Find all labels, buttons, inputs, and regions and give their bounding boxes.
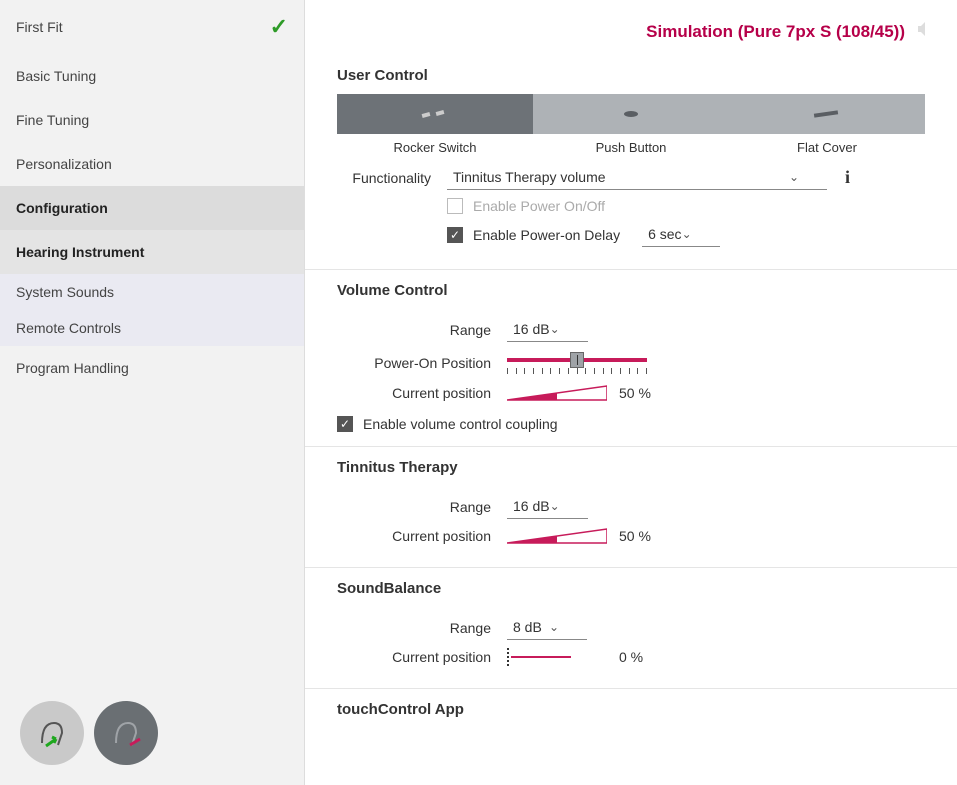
section-heading: User Control [337,55,925,94]
tinnitus-position-indicator [507,527,607,545]
current-position-value: 0 % [619,649,643,665]
nav-label: Basic Tuning [16,68,96,84]
nav-label: Hearing Instrument [16,244,144,260]
checkbox-label: Enable Power-on Delay [473,227,620,243]
current-position-value: 50 % [619,385,651,401]
current-position-label: Current position [337,385,507,401]
nav-label: System Sounds [16,284,114,300]
topbar: Simulation (Pure 7px S (108/45)) [305,0,957,55]
user-control-tab-labels: Rocker Switch Push Button Flat Cover [337,140,925,155]
functionality-row: Functionality Tinnitus Therapy volume ⌄ … [337,165,925,190]
checkbox-label: Enable volume control coupling [363,416,558,432]
volume-coupling-checkbox[interactable]: ✓ [337,416,353,432]
section-heading: touchControl App [337,689,925,728]
range-label: Range [337,322,507,338]
section-volume-control: Volume Control Range 16 dB ⌄ Power-On Po… [305,270,957,447]
nav-fine-tuning[interactable]: Fine Tuning [0,98,304,142]
sidebar: First Fit ✓ Basic Tuning Fine Tuning Per… [0,0,305,785]
slider-thumb[interactable] [570,352,584,368]
hearing-aid-icon [32,713,72,753]
tinnitus-range-select[interactable]: 16 dB ⌄ [507,494,588,519]
functionality-select[interactable]: Tinnitus Therapy volume ⌄ [447,165,827,190]
power-on-position-label: Power-On Position [337,355,507,371]
current-position-label: Current position [337,528,507,544]
functionality-label: Functionality [337,170,447,186]
tab-rocker-switch[interactable] [337,94,533,134]
section-user-control: User Control Rocker Switch Push Button F… [305,55,957,270]
push-button-icon [621,107,641,121]
nav-system-sounds[interactable]: System Sounds [0,274,304,310]
select-value: 16 dB [513,498,550,514]
current-position-value: 50 % [619,528,651,544]
check-icon: ✓ [270,14,288,40]
volume-coupling-row: ✓ Enable volume control coupling [337,416,925,432]
chevron-down-icon: ⌄ [550,499,560,513]
rocker-switch-icon [420,107,450,121]
page-title: Simulation (Pure 7px S (108/45)) [646,22,905,42]
chevron-down-icon: ⌄ [549,620,559,634]
enable-power-on-delay-row: ✓ Enable Power-on Delay 6 sec ⌄ [447,222,925,247]
nav-personalization[interactable]: Personalization [0,142,304,186]
tab-label: Rocker Switch [337,140,533,155]
section-heading: Tinnitus Therapy [337,447,925,486]
select-value: 8 dB [513,619,542,635]
soundbalance-range-select[interactable]: 8 dB ⌄ [507,615,587,640]
speaker-muted-icon[interactable] [915,20,933,43]
nav-label: Remote Controls [16,320,121,336]
soundbalance-position-indicator [507,648,607,666]
nav-label: Fine Tuning [16,112,89,128]
tab-push-button[interactable] [533,94,729,134]
select-value: Tinnitus Therapy volume [453,169,606,185]
power-on-position-slider[interactable] [507,350,647,376]
device-right-button[interactable] [94,701,158,765]
device-left-button[interactable] [20,701,84,765]
enable-power-onoff-checkbox [447,198,463,214]
range-label: Range [337,499,507,515]
flat-cover-icon [812,109,842,119]
section-touchcontrol-app: touchControl App [305,689,957,742]
nav-label: First Fit [16,19,63,35]
select-value: 6 sec [648,226,681,242]
info-icon[interactable]: i [845,167,850,188]
tab-flat-cover[interactable] [729,94,925,134]
enable-power-on-delay-checkbox[interactable]: ✓ [447,227,463,243]
enable-power-onoff-row: Enable Power On/Off [447,198,925,214]
current-position-label: Current position [337,649,507,665]
nav-first-fit[interactable]: First Fit ✓ [0,0,304,54]
volume-position-indicator [507,384,607,402]
section-tinnitus-therapy: Tinnitus Therapy Range 16 dB ⌄ Current p… [305,447,957,568]
chevron-down-icon: ⌄ [682,227,692,241]
select-value: 16 dB [513,321,550,337]
delay-select[interactable]: 6 sec ⌄ [642,222,720,247]
nav-label: Configuration [16,200,108,216]
hearing-aid-muted-icon [106,713,146,753]
nav-hearing-instrument[interactable]: Hearing Instrument [0,230,304,274]
user-control-tabs [337,94,925,134]
nav-remote-controls[interactable]: Remote Controls [0,310,304,346]
main-panel: Simulation (Pure 7px S (108/45)) User Co… [305,0,957,785]
tab-label: Push Button [533,140,729,155]
nav-label: Program Handling [16,360,129,376]
chevron-down-icon: ⌄ [789,170,799,184]
nav-configuration[interactable]: Configuration [0,186,304,230]
tab-label: Flat Cover [729,140,925,155]
device-toggle-group [0,681,304,785]
nav-basic-tuning[interactable]: Basic Tuning [0,54,304,98]
checkbox-label: Enable Power On/Off [473,198,605,214]
range-label: Range [337,620,507,636]
section-sound-balance: SoundBalance Range 8 dB ⌄ Current positi… [305,568,957,689]
section-heading: Volume Control [337,270,925,309]
volume-range-select[interactable]: 16 dB ⌄ [507,317,588,342]
nav-program-handling[interactable]: Program Handling [0,346,304,390]
section-heading: SoundBalance [337,568,925,607]
nav-label: Personalization [16,156,112,172]
chevron-down-icon: ⌄ [550,322,560,336]
